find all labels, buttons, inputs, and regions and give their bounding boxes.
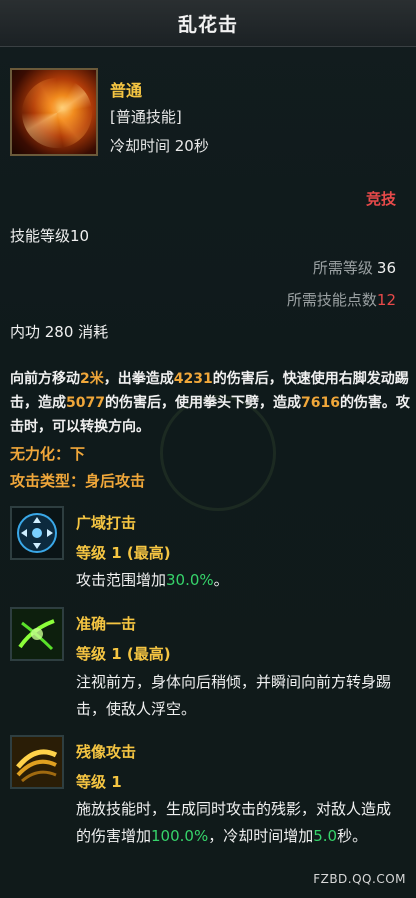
pvp-tag: 竞技 <box>365 190 396 208</box>
skill-cooldown: 冷却时间 20秒 <box>110 137 209 155</box>
afterimage-icon <box>10 735 64 789</box>
sub-skill-level: 等级 1 (最高) <box>76 645 171 663</box>
precise-strike-icon <box>10 607 64 661</box>
attack-type-line: 攻击类型：身后攻击 <box>10 472 146 490</box>
required-level-value: 36 <box>376 259 396 277</box>
area-strike-icon <box>10 506 64 560</box>
skill-grade: 普通 <box>110 81 143 100</box>
required-points-value: 12 <box>376 291 396 309</box>
sub-skill-name: 准确一击 <box>76 615 137 633</box>
required-level: 所需等级 36 <box>313 257 396 278</box>
required-points-label: 所需技能点数 <box>286 291 377 309</box>
skill-type: [普通技能] <box>110 108 182 126</box>
title-bar: 乱花击 <box>0 0 416 47</box>
sub-skill-name: 残像攻击 <box>76 743 137 761</box>
skill-title: 乱花击 <box>177 13 238 36</box>
skill-tooltip-panel: 乱花击 普通 [普通技能] 冷却时间 20秒 竞技 技能等级10 所需等级 36 … <box>0 0 416 898</box>
site-watermark: FZBD.QQ.COM <box>313 872 406 886</box>
sub-skill-level: 等级 1 (最高) <box>76 544 171 562</box>
required-level-label: 所需等级 <box>312 259 373 277</box>
fist-flare-icon <box>10 68 98 156</box>
weakness-line: 无力化：下 <box>10 445 86 463</box>
skill-level: 技能等级10 <box>10 227 90 245</box>
required-points: 所需技能点数12 <box>287 289 396 310</box>
sub-skill-desc: 注视前方，身体向后稍倾，并瞬间向前方转身踢击，使敌人浮空。 <box>76 673 392 718</box>
skill-description: 向前方移动2米，出拳造成4231的伤害后，快速使用右脚发动踢击，造成5077的伤… <box>10 371 410 435</box>
sub-skill-desc: 攻击范围增加30.0%。 <box>76 571 229 589</box>
skill-cost: 内功 280 消耗 <box>10 323 109 341</box>
sub-skill-name: 广域打击 <box>76 514 137 532</box>
sub-skill-desc: 施放技能时，生成同时攻击的残影，对敌人造成的伤害增加100.0%，冷却时间增加5… <box>76 800 392 845</box>
sub-skill-level: 等级 1 <box>76 773 122 791</box>
